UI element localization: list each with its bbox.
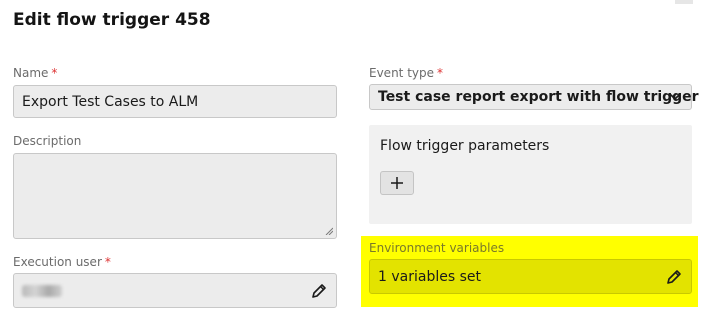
name-label-text: Name xyxy=(13,66,49,80)
environment-variables-label-text: Environment variables xyxy=(369,241,505,255)
required-marker: * xyxy=(437,66,443,80)
environment-variables-value: 1 variables set xyxy=(378,268,481,285)
page-title: Edit flow trigger 458 xyxy=(13,10,211,30)
execution-user-label-text: Execution user xyxy=(13,255,102,269)
event-type-selected-value: Test case report export with flow trigge… xyxy=(378,89,699,105)
description-label-text: Description xyxy=(13,134,82,148)
add-parameter-button[interactable] xyxy=(380,171,414,195)
execution-user-label: Execution user * xyxy=(13,255,111,269)
pencil-icon[interactable] xyxy=(665,268,683,286)
plus-icon xyxy=(391,177,403,189)
flow-trigger-parameters-panel: Flow trigger parameters xyxy=(369,125,692,224)
required-marker: * xyxy=(51,66,58,80)
name-field-value: Export Test Cases to ALM xyxy=(22,93,199,110)
execution-user-field xyxy=(13,273,337,308)
event-type-label-text: Event type xyxy=(369,66,434,80)
flow-trigger-parameters-title: Flow trigger parameters xyxy=(380,138,550,154)
name-label: Name * xyxy=(13,66,57,80)
pencil-icon[interactable] xyxy=(310,282,328,300)
environment-variables-label: Environment variables xyxy=(369,241,504,255)
description-field[interactable] xyxy=(13,153,337,239)
chevron-down-icon xyxy=(670,94,680,100)
environment-variables-field[interactable]: 1 variables set xyxy=(369,259,692,294)
event-type-label: Event type * xyxy=(369,66,443,80)
event-type-select[interactable]: Test case report export with flow trigge… xyxy=(369,84,699,110)
window-corner-control xyxy=(675,0,693,4)
required-marker: * xyxy=(104,255,111,269)
name-field[interactable]: Export Test Cases to ALM xyxy=(13,85,337,118)
execution-user-value-redacted xyxy=(22,284,62,297)
description-label: Description xyxy=(13,134,81,148)
resize-handle-icon[interactable] xyxy=(325,227,333,235)
